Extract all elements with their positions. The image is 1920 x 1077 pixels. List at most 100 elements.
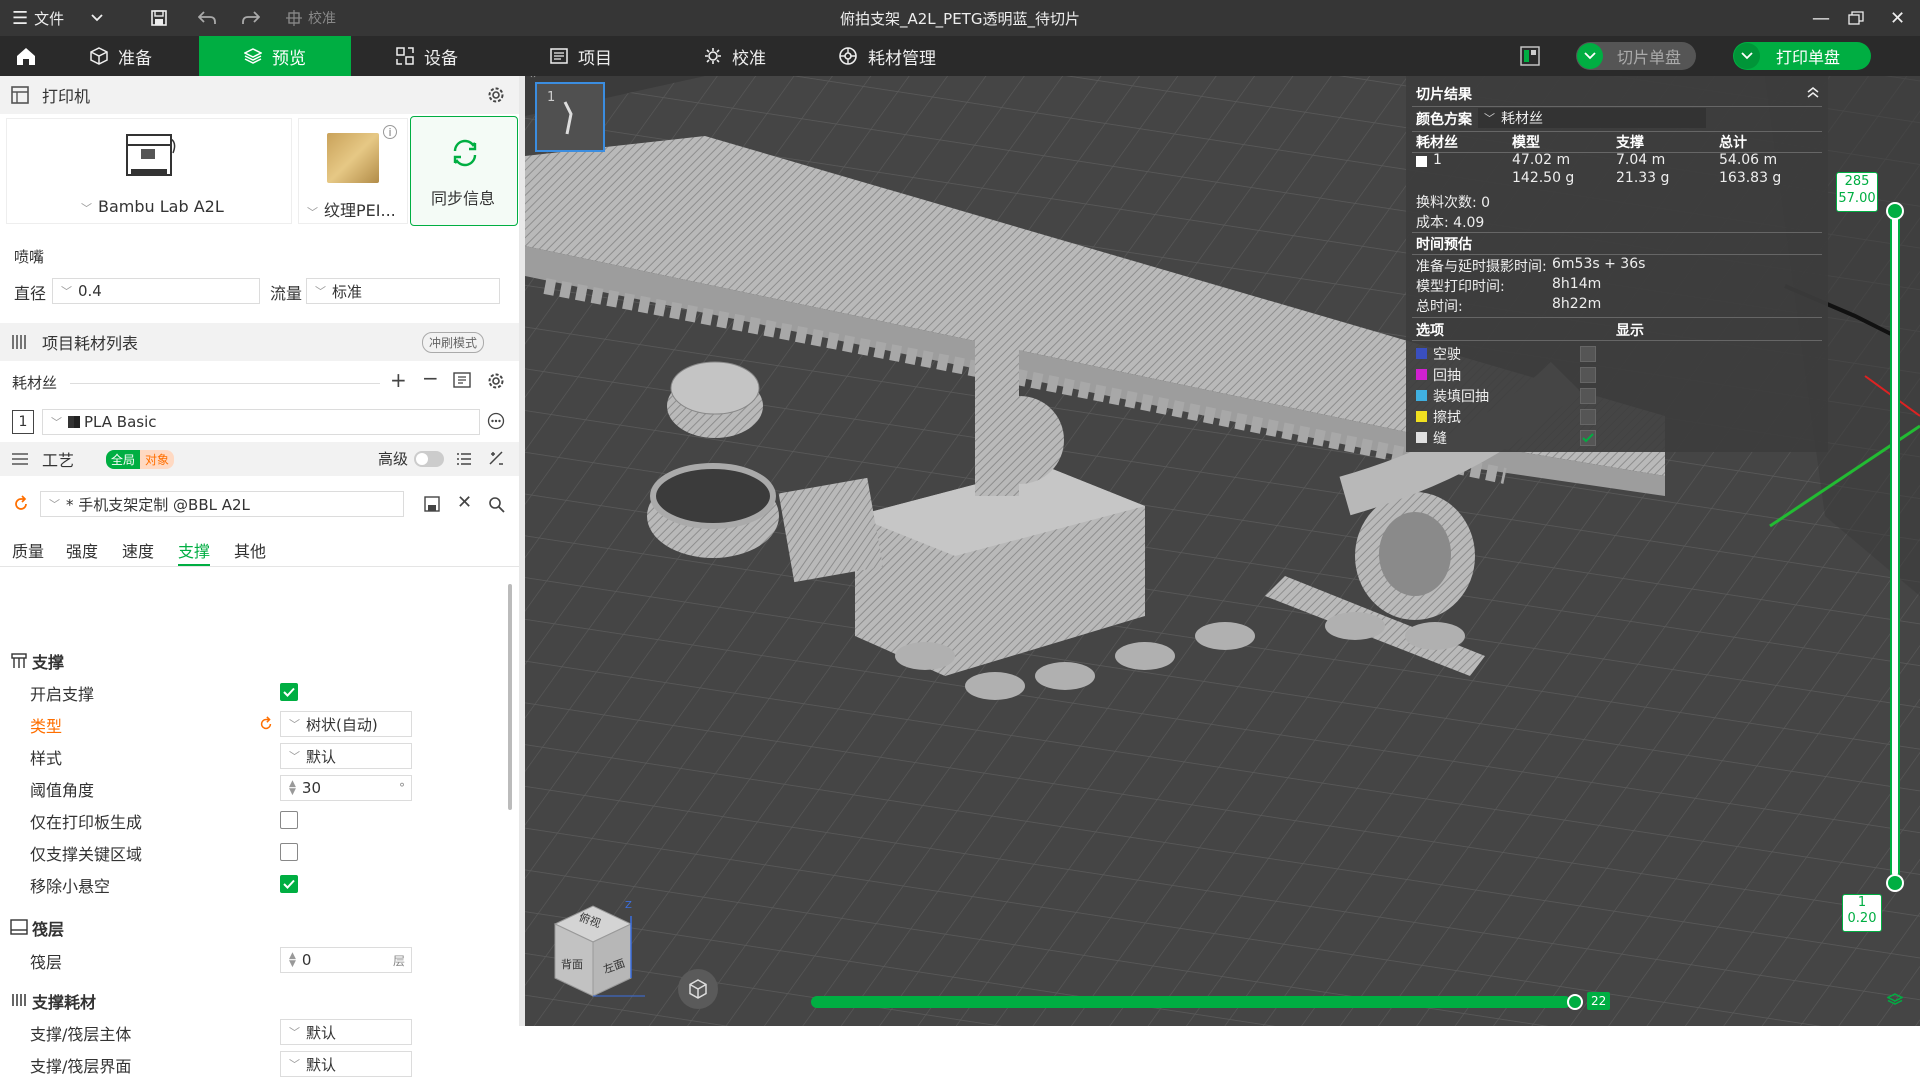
printer-card[interactable]: ﹀ Bambu Lab A2L <box>6 118 292 224</box>
support-base-value: 默认 <box>306 1023 337 1042</box>
save-icon[interactable] <box>150 0 168 36</box>
menu-dropdown-icon[interactable] <box>90 0 104 36</box>
process-preset-select[interactable]: ﹀ * 手机支架定制 @BBL A2L <box>40 491 404 517</box>
view-cube-back-face[interactable]: 背面 <box>561 956 583 972</box>
stepper-icon[interactable]: ▲ ▼ <box>289 952 296 969</box>
restore-button[interactable] <box>1848 0 1864 36</box>
print-dropdown-icon[interactable] <box>1734 43 1760 69</box>
layers-toggle-icon[interactable] <box>1887 992 1903 1008</box>
filament-settings-gear-icon[interactable] <box>487 372 505 390</box>
advanced-toggle[interactable] <box>414 451 444 467</box>
critical-regions-checkbox[interactable] <box>280 843 298 861</box>
tab-calibrate[interactable]: 校准 <box>704 36 766 76</box>
reset-type-icon[interactable] <box>258 716 274 732</box>
pei-plate-image <box>327 133 379 183</box>
printer-settings-gear-icon[interactable] <box>487 86 505 104</box>
tab-device[interactable]: 设备 <box>396 36 458 76</box>
compare-icon[interactable] <box>488 450 506 468</box>
color-scheme-label: 颜色方案 <box>1416 112 1472 128</box>
redo-icon[interactable] <box>242 0 260 36</box>
filament-color-swatch <box>68 416 80 428</box>
option-color-swatch <box>1416 432 1427 443</box>
print-plate-button[interactable]: 打印单盘 <box>1733 42 1871 70</box>
stepper-icon[interactable]: ▲ ▼ <box>289 780 296 797</box>
save-preset-icon[interactable] <box>424 496 440 512</box>
tab-prepare[interactable]: 准备 <box>90 36 152 76</box>
menu-button[interactable]: ☰ 文件 <box>12 0 64 36</box>
support-style-select[interactable]: ﹀ 默认 <box>280 743 412 769</box>
tab-filament-manage[interactable]: 耗材管理 <box>838 36 936 76</box>
filament-more-icon[interactable] <box>487 412 505 430</box>
option-display-checkbox[interactable] <box>1580 409 1596 425</box>
tab-others[interactable]: 其他 <box>234 538 266 562</box>
move-slider-track[interactable] <box>811 996 1571 1008</box>
option-color-swatch <box>1416 411 1427 422</box>
sidebar-scrollbar[interactable] <box>508 584 512 810</box>
add-filament-icon[interactable]: + <box>390 368 407 392</box>
slice-plate-button[interactable]: 切片单盘 <box>1576 42 1696 70</box>
layer-slider-top-thumb[interactable] <box>1886 202 1904 220</box>
color-scheme-select[interactable]: ﹀ 耗材丝 <box>1478 108 1706 128</box>
slice-dropdown-icon[interactable] <box>1577 43 1603 69</box>
tab-speed[interactable]: 速度 <box>122 538 154 562</box>
layer-slider-track[interactable] <box>1890 208 1900 878</box>
option-display-checkbox[interactable] <box>1580 346 1596 362</box>
plate-thumbnail[interactable]: 1 <box>535 82 605 152</box>
divider <box>0 566 519 567</box>
filament-sync-icon[interactable] <box>453 372 471 388</box>
view-reset-button[interactable] <box>678 969 718 1009</box>
object-badge[interactable]: 对象 <box>140 450 175 469</box>
col-model: 模型 <box>1512 135 1540 151</box>
list-view-icon[interactable] <box>456 451 472 467</box>
option-display-checkbox[interactable] <box>1580 388 1596 404</box>
close-icon: ✕ <box>1890 7 1906 29</box>
home-button[interactable] <box>8 36 44 76</box>
global-badge[interactable]: 全局 <box>106 450 141 469</box>
printer-section-header: 打印机 <box>0 76 519 114</box>
support-interface-select[interactable]: ﹀ 默认 <box>280 1051 412 1077</box>
layout-toggle-icon[interactable] <box>1520 46 1540 70</box>
calibrate-toolbar-button[interactable]: 校准 <box>286 0 336 36</box>
view-cube[interactable]: 俯视 背面 左面 Z <box>545 896 655 1006</box>
search-icon[interactable] <box>488 496 505 513</box>
tab-preview[interactable]: 预览 <box>199 36 351 76</box>
tab-strength[interactable]: 强度 <box>66 538 98 562</box>
on-build-plate-checkbox[interactable] <box>280 811 298 829</box>
remove-small-overhang-checkbox[interactable] <box>280 875 298 893</box>
raft-group-icon <box>10 919 28 935</box>
remove-filament-icon[interactable]: − <box>422 366 439 390</box>
filament-select[interactable]: ﹀ PLA Basic <box>42 409 480 435</box>
option-display-checkbox[interactable] <box>1580 430 1596 446</box>
option-display-checkbox[interactable] <box>1580 367 1596 383</box>
support-group-title: 支撑 <box>32 653 65 672</box>
collapse-panel-chevron-icon[interactable] <box>1806 86 1820 98</box>
info-icon[interactable]: i <box>383 125 397 139</box>
sync-icon <box>453 139 477 167</box>
flow-select[interactable]: ﹀ 标准 <box>306 278 500 304</box>
close-button[interactable]: ✕ <box>1890 0 1905 36</box>
raft-layers-input[interactable]: ▲ ▼ 0 层 <box>280 947 412 973</box>
printer-icon <box>11 86 29 104</box>
enable-support-checkbox[interactable] <box>280 683 298 701</box>
collapse-panel-icon[interactable]: ‹› <box>529 76 537 81</box>
filament-slot-number[interactable]: 1 <box>12 410 34 434</box>
move-slider-thumb[interactable] <box>1567 994 1583 1010</box>
option-label: 空驶 <box>1433 347 1461 363</box>
support-base-select[interactable]: ﹀ 默认 <box>280 1019 412 1045</box>
option-color-swatch <box>1416 369 1427 380</box>
support-type-select[interactable]: ﹀ 树状(自动) <box>280 711 412 737</box>
sync-info-button[interactable]: 同步信息 <box>410 116 518 226</box>
threshold-angle-input[interactable]: ▲ ▼ 30 ° <box>280 775 412 801</box>
layer-slider-bottom-thumb[interactable] <box>1886 874 1904 892</box>
tab-project[interactable]: 项目 <box>550 36 612 76</box>
minimize-button[interactable]: — <box>1812 0 1830 36</box>
undo-icon[interactable] <box>198 0 216 36</box>
slice-plate-label: 切片单盘 <box>1617 48 1682 67</box>
close-preset-icon[interactable]: ✕ <box>457 492 472 513</box>
flush-mode-button[interactable]: 冲刷模式 <box>422 332 485 353</box>
diameter-select[interactable]: ﹀ 0.4 <box>52 278 260 304</box>
reset-preset-icon[interactable] <box>12 495 30 513</box>
tab-support[interactable]: 支撑 <box>178 538 211 566</box>
plate-card[interactable]: i ﹀ 纹理PEI... <box>298 118 408 224</box>
tab-quality[interactable]: 质量 <box>12 538 44 562</box>
